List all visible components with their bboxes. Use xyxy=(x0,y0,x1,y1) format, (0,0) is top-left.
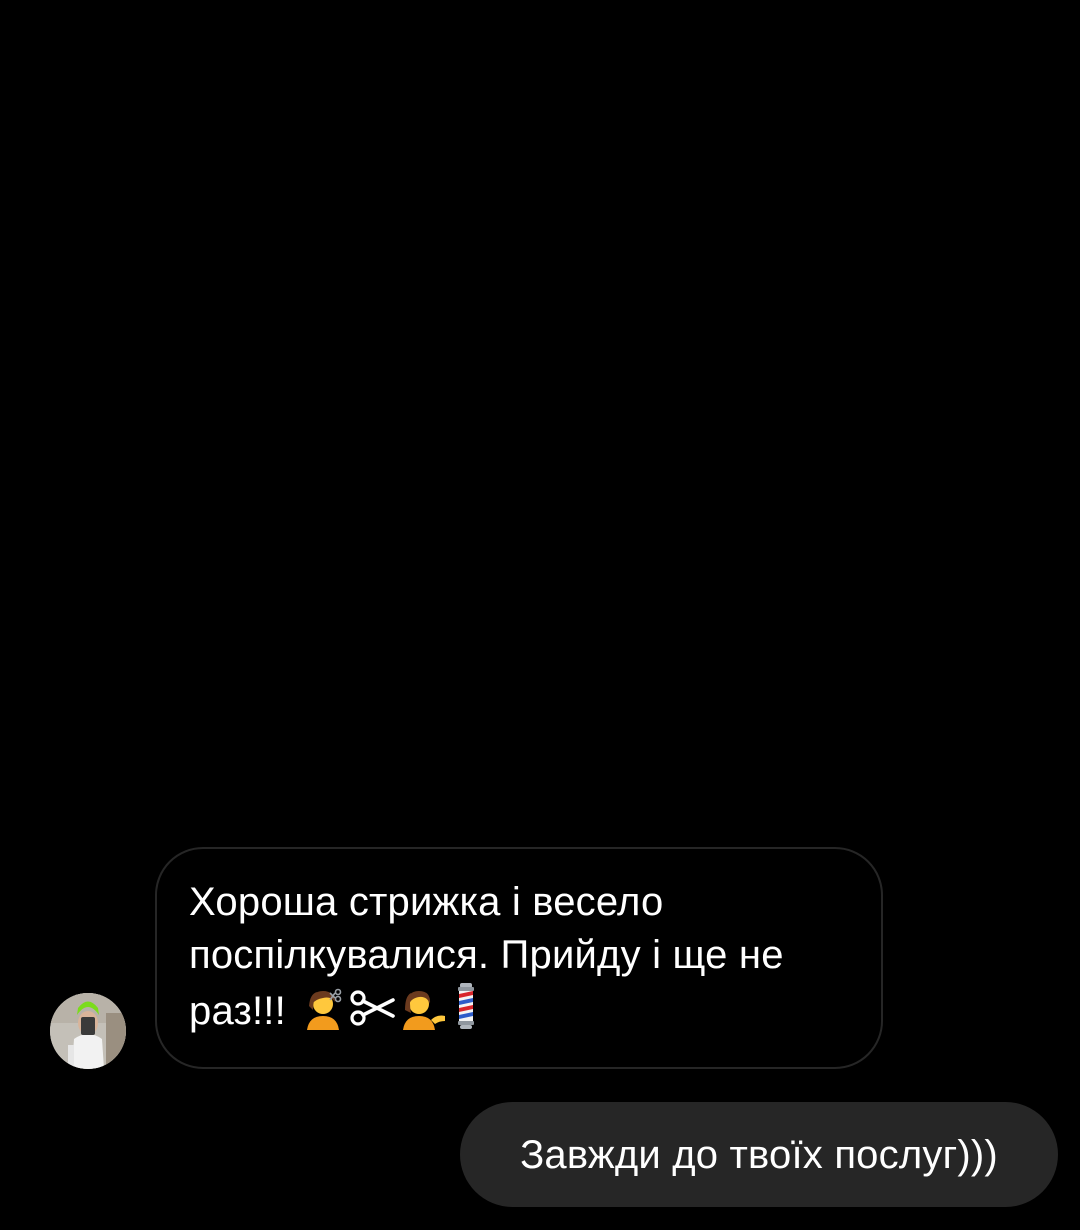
outgoing-message-text: Завжди до твоїх послуг))) xyxy=(520,1132,998,1177)
message-thread[interactable]: Хороша стрижка і весело поспілкувалися. … xyxy=(0,0,1080,1230)
outgoing-message-bubble[interactable]: Завжди до твоїх послуг))) xyxy=(460,1102,1058,1207)
incoming-message-text: Хороша стрижка і весело поспілкувалися. … xyxy=(189,876,851,1038)
haircut-person-icon xyxy=(301,986,345,1030)
avatar[interactable] xyxy=(50,993,126,1069)
scissors-icon xyxy=(349,986,396,1030)
chat-screen: Хороша стрижка і весело поспілкувалися. … xyxy=(0,0,1080,1230)
barber-pole-icon xyxy=(451,982,481,1030)
tipping-hand-person-icon xyxy=(399,986,447,1030)
incoming-message-bubble[interactable]: Хороша стрижка і весело поспілкувалися. … xyxy=(155,847,883,1069)
incoming-message-body: Хороша стрижка і весело поспілкувалися. … xyxy=(189,880,784,1033)
